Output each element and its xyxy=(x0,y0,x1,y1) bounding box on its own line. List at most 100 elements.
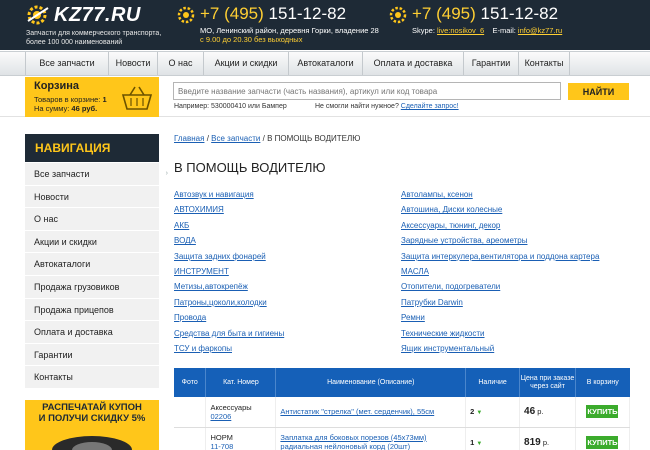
category-link[interactable]: Технические жидкости xyxy=(401,326,599,341)
product-price-value: 819 xyxy=(524,436,541,448)
category-link[interactable]: Метизы,автокрепёж xyxy=(174,279,284,294)
product-name-link[interactable]: Антистатик "стрелка" (мет. серденчик), 5… xyxy=(280,407,434,416)
buy-button[interactable]: КУПИТЬ xyxy=(586,405,619,419)
category-link[interactable]: Зарядные устройства, ареометры xyxy=(401,233,599,248)
page-title: В ПОМОЩЬ ВОДИТЕЛЮ xyxy=(174,160,326,175)
product-code-link[interactable]: 11-708 xyxy=(210,442,233,450)
sidebar-item-label: О нас xyxy=(34,214,58,225)
category-link[interactable]: Патроны,цоколи,колодки xyxy=(174,295,284,310)
chevron-down-icon: ▼ xyxy=(476,440,483,447)
nav-item-guarantees[interactable]: Гарантии xyxy=(463,52,518,75)
working-hours: с 9.00 до 20.30 без выходных xyxy=(200,35,303,44)
category-link[interactable]: ИНСТРУМЕНТ xyxy=(174,264,284,279)
category-link[interactable]: Защита задних фонарей xyxy=(174,249,284,264)
product-availability[interactable]: 1 ▼ xyxy=(465,427,521,450)
category-link[interactable]: Защита интеркулера,вентилятора и поддона… xyxy=(401,249,599,264)
product-code-link[interactable]: 02206 xyxy=(210,412,231,421)
contact-block: Skype: live:nosikov_6 E-mail: info@kz77.… xyxy=(412,26,562,35)
product-photo xyxy=(174,397,207,428)
nav-item-catalogs[interactable]: Автокаталоги xyxy=(288,52,362,75)
sidebar-item-label: Автокаталоги xyxy=(34,259,91,270)
sidebar-item-guarantees[interactable]: Гарантии xyxy=(25,343,159,367)
sidebar-item-trucks[interactable]: Продажа грузовиков xyxy=(25,275,159,299)
sidebar-item-catalogs[interactable]: Автокаталоги xyxy=(25,253,159,276)
category-link[interactable]: Автолампы, ксенон xyxy=(401,187,599,202)
category-link[interactable]: ВОДА xyxy=(174,233,284,248)
sidebar-item-label: Акции и скидки xyxy=(34,236,97,247)
category-link[interactable]: АКБ xyxy=(174,218,284,233)
category-link[interactable]: АВТОХИМИЯ xyxy=(174,202,284,217)
sidebar-item-contacts[interactable]: Контакты xyxy=(25,366,159,389)
breadcrumb-all-parts[interactable]: Все запчасти xyxy=(211,134,260,143)
phone-2[interactable]: +7 (495) 151-12-82 xyxy=(412,4,558,24)
sidebar-item-label: Продажа прицепов xyxy=(34,304,114,315)
logo[interactable]: KZ77.RU xyxy=(26,3,141,27)
sidebar-item-payment[interactable]: Оплата и доставка xyxy=(25,321,159,344)
category-link[interactable]: Провода xyxy=(174,310,284,325)
skype-label: Skype: xyxy=(412,26,435,35)
address-block: МО, Ленинский район, деревня Горки, влад… xyxy=(200,26,379,44)
tagline: Запчасти для коммерческого транспорта, б… xyxy=(26,30,162,46)
nav-item-all-parts[interactable]: Все запчасти xyxy=(25,52,108,75)
basket-icon[interactable] xyxy=(120,85,154,111)
category-link[interactable]: Средства для быта и гигиены xyxy=(174,326,284,341)
sidebar-item-all-parts[interactable]: Все запчасти › xyxy=(25,163,168,186)
coupon-banner[interactable]: РАСПЕЧАТАЙ КУПОН И ПОЛУЧИ СКИДКУ 5% xyxy=(25,400,159,450)
nav-item-contacts[interactable]: Контакты xyxy=(518,52,570,75)
table-row: НОРМ 11-708 Заплатка для боковых порезов… xyxy=(174,427,631,450)
breadcrumb-home[interactable]: Главная xyxy=(174,134,204,143)
nav-item-about[interactable]: О нас xyxy=(157,52,203,75)
column-header-code: Кат. Номер xyxy=(205,368,277,397)
buy-button[interactable]: КУПИТЬ xyxy=(586,435,619,449)
category-link[interactable]: Патрубки Darwin xyxy=(401,295,599,310)
email-link[interactable]: info@kz77.ru xyxy=(518,26,562,35)
sidebar-item-news[interactable]: Новости xyxy=(25,185,159,209)
category-link[interactable]: Автошина, Диски колесные xyxy=(401,202,599,217)
category-link[interactable]: Аксессуары, тюнинг, декор xyxy=(401,218,599,233)
skype-link[interactable]: live:nosikov_6 xyxy=(437,26,484,35)
product-name-link[interactable]: Заплатка для боковых порезов (45х73мм) р… xyxy=(280,433,426,450)
wheel-icon xyxy=(52,436,132,450)
product-price: 46 р. xyxy=(519,397,576,428)
cart-items-line: Товаров в корзине: 1 xyxy=(34,95,107,104)
logo-text: KZ77.RU xyxy=(54,3,141,26)
product-availability[interactable]: 2 ▼ xyxy=(465,397,521,428)
sidebar-item-promotions[interactable]: Акции и скидки xyxy=(25,230,159,254)
breadcrumb-separator: / xyxy=(206,134,209,143)
column-header-name: Наименование (Описание) xyxy=(275,368,467,397)
phone-1[interactable]: +7 (495) 151-12-82 xyxy=(200,4,346,24)
phone-1-prefix: +7 (495) xyxy=(200,4,264,23)
category-link[interactable]: Автозвук и навигация xyxy=(174,187,284,202)
product-price: 819 р. xyxy=(519,427,576,450)
coupon-line-2: И ПОЛУЧИ СКИДКУ 5% xyxy=(38,413,146,424)
cart-items-count: 1 xyxy=(102,95,107,104)
coupon-text: РАСПЕЧАТАЙ КУПОН И ПОЛУЧИ СКИДКУ 5% xyxy=(25,402,159,424)
breadcrumb-current: В ПОМОЩЬ ВОДИТЕЛЮ xyxy=(267,134,361,143)
sidebar-item-about[interactable]: О нас xyxy=(25,208,159,231)
category-link[interactable]: Ящик инструментальный xyxy=(401,341,599,356)
chevron-down-icon: ▼ xyxy=(476,410,483,417)
not-found-text: Не смогли найти нужное? xyxy=(315,103,399,110)
nav-item-payment-delivery[interactable]: Оплата и доставка xyxy=(362,52,463,75)
cart-sum-label: На сумму: xyxy=(34,104,70,113)
search-input[interactable] xyxy=(173,82,561,100)
search-button[interactable]: НАЙТИ xyxy=(568,83,629,100)
coupon-line-1: РАСПЕЧАТАЙ КУПОН xyxy=(42,402,142,413)
sidebar-nav: Все запчасти › Новости О нас Акции и скид… xyxy=(25,163,168,389)
category-link[interactable]: МАСЛА xyxy=(401,264,599,279)
category-link[interactable]: Отопители, подогреватели xyxy=(401,279,599,294)
table-row: Аксессуары 02206 Антистатик "стрелка" (м… xyxy=(174,397,631,428)
nav-item-news[interactable]: Новости xyxy=(108,52,157,75)
address: МО, Ленинский район, деревня Горки, влад… xyxy=(200,26,379,35)
category-link[interactable]: Ремни xyxy=(401,310,599,325)
category-link[interactable]: ТСУ и фаркопы xyxy=(174,341,284,356)
request-link[interactable]: Сделайте запрос! xyxy=(401,103,459,110)
cart-items-label: Товаров в корзине: xyxy=(34,95,101,104)
sidebar-item-trailers[interactable]: Продажа прицепов xyxy=(25,298,159,322)
breadcrumb: Главная / Все запчасти / В ПОМОЩЬ ВОДИТЕ… xyxy=(174,134,360,143)
table-header-row: Фото Кат. Номер Наименование (Описание) … xyxy=(174,368,630,397)
product-name-cell: Заплатка для боковых порезов (45х73мм) р… xyxy=(275,427,467,450)
nav-item-promotions[interactable]: Акции и скидки xyxy=(203,52,288,75)
product-currency: р. xyxy=(542,437,550,447)
phone-1-number: 151-12-82 xyxy=(268,4,347,23)
